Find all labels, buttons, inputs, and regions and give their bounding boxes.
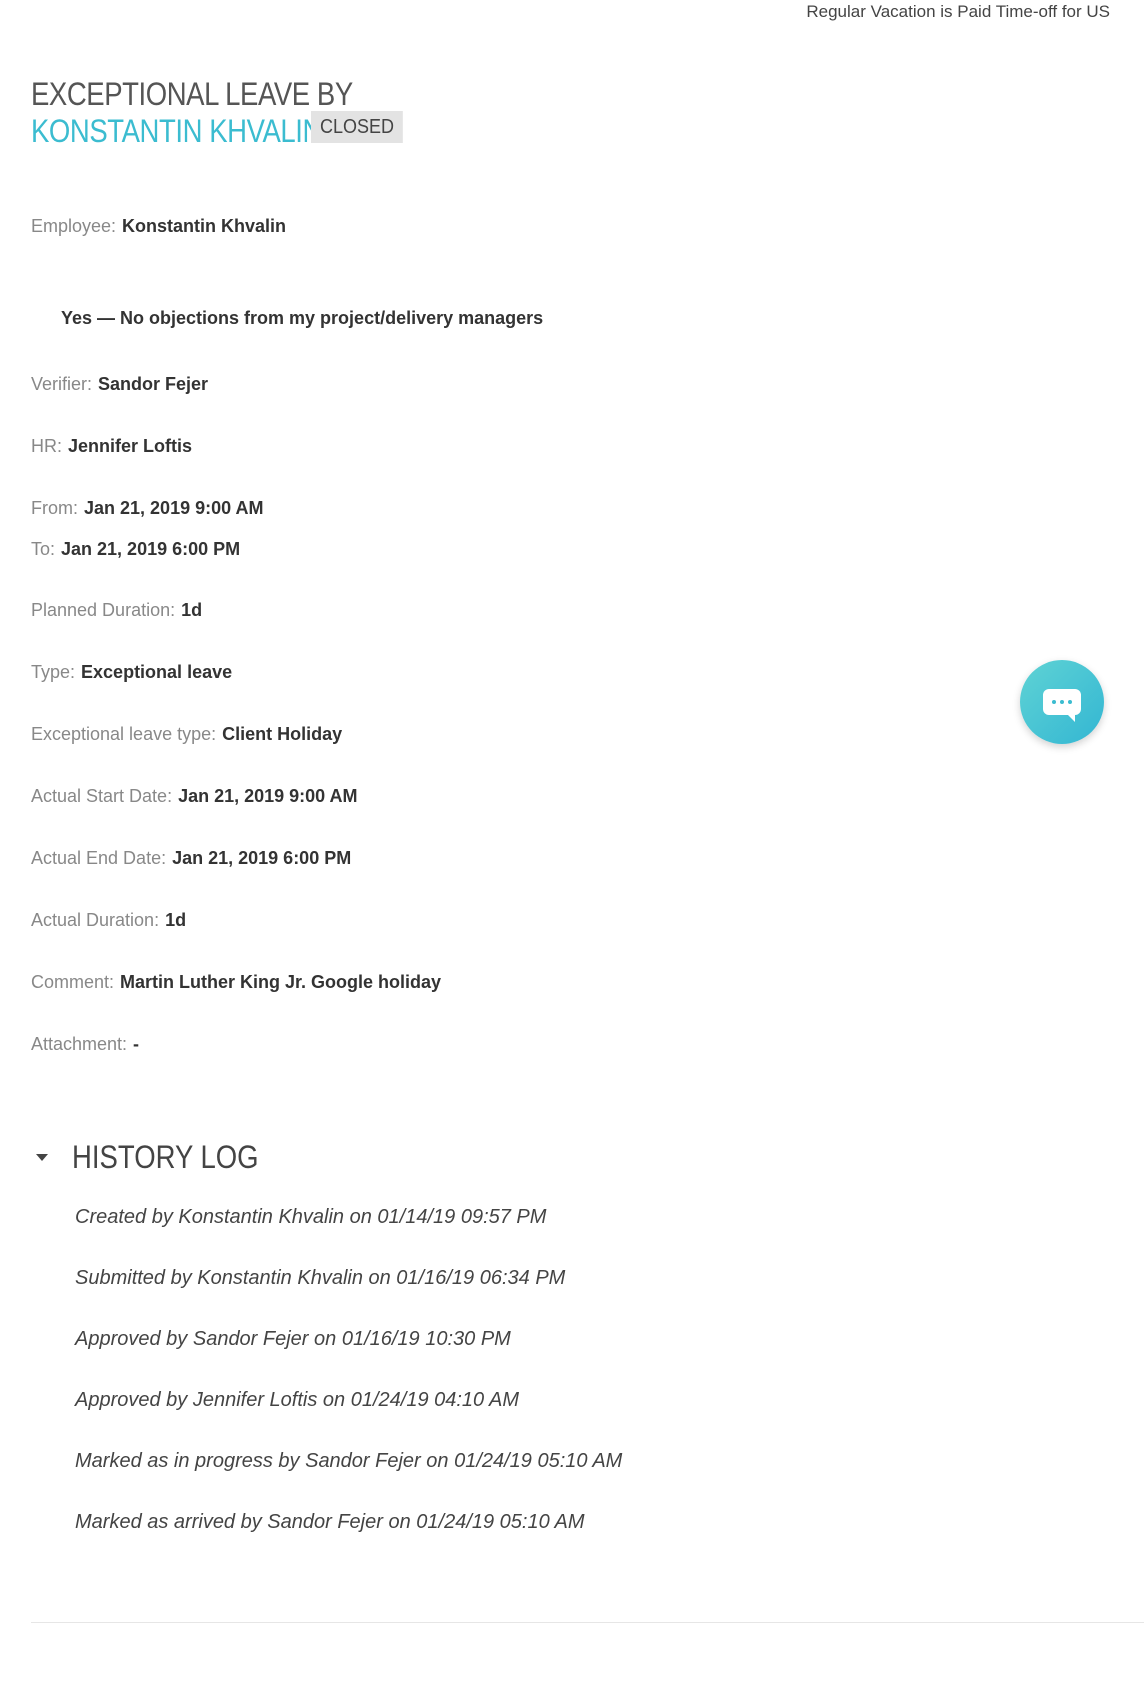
field-label: Actual End Date: <box>31 848 167 868</box>
field-label: Exceptional leave type: <box>31 724 217 744</box>
history-entries: Created by Konstantin Khvalin on 01/14/1… <box>75 1204 622 1570</box>
chat-button[interactable] <box>1020 660 1104 744</box>
field-hr: HR: Jennifer Loftis <box>31 434 192 458</box>
field-value: 1d <box>165 910 187 930</box>
field-attachment: Attachment: - <box>31 1032 139 1056</box>
history-log: HISTORY LOG Created by Konstantin Khvali… <box>31 1138 622 1533</box>
page-header: EXCEPTIONAL LEAVE BY KONSTANTIN KHVALIN … <box>31 76 413 150</box>
field-label: HR: <box>31 436 62 456</box>
field-from: From: Jan 21, 2019 9:00 AM <box>31 496 263 520</box>
field-label: Verifier: <box>31 374 93 394</box>
field-employee: Employee: Konstantin Khvalin <box>31 214 286 238</box>
field-comment: Comment: Martin Luther King Jr. Google ho… <box>31 970 441 994</box>
field-type: Type: Exceptional leave <box>31 660 232 684</box>
history-entry: Approved by Sandor Fejer on 01/16/19 10:… <box>75 1328 511 1350</box>
chat-bubble-icon <box>1043 689 1081 722</box>
field-value: Client Holiday <box>222 724 343 744</box>
field-label: Actual Duration: <box>31 910 160 930</box>
field-value: Jennifer Loftis <box>68 436 193 456</box>
history-entry: Created by Konstantin Khvalin on 01/14/1… <box>75 1206 547 1228</box>
title-name-row: KONSTANTIN KHVALIN CLOSED <box>31 111 413 150</box>
page-title: EXCEPTIONAL LEAVE BY <box>31 76 353 112</box>
history-entry: Submitted by Konstantin Khvalin on 01/16… <box>75 1267 566 1289</box>
field-value: - <box>133 1034 140 1054</box>
field-label: Planned Duration: <box>31 600 176 620</box>
field-value: Konstantin Khvalin <box>122 216 287 236</box>
field-value: Exceptional leave <box>81 662 233 682</box>
top-note: Regular Vacation is Paid Time-off for US <box>806 2 1110 21</box>
field-value: Jan 21, 2019 9:00 AM <box>84 498 264 518</box>
history-log-title: HISTORY LOG <box>72 1139 259 1175</box>
field-exceptional-leave-type: Exceptional leave type: Client Holiday <box>31 722 342 746</box>
caret-down-icon <box>36 1153 48 1161</box>
history-log-toggle[interactable]: HISTORY LOG <box>31 1138 289 1176</box>
field-actual-start-date: Actual Start Date: Jan 21, 2019 9:00 AM <box>31 784 358 808</box>
field-label: To: <box>31 539 56 559</box>
field-label: Type: <box>31 662 76 682</box>
field-to: To: Jan 21, 2019 6:00 PM <box>31 537 240 561</box>
history-entry: Marked as in progress by Sandor Fejer on… <box>75 1450 623 1472</box>
field-value: Martin Luther King Jr. Google holiday <box>120 972 442 992</box>
field-value: Jan 21, 2019 6:00 PM <box>61 539 241 559</box>
chat-dot <box>1052 700 1056 704</box>
chat-dot <box>1060 700 1064 704</box>
field-planned-duration: Planned Duration: 1d <box>31 598 202 622</box>
field-actual-duration: Actual Duration: 1d <box>31 908 186 932</box>
chat-dot <box>1068 700 1072 704</box>
employee-name-title: KONSTANTIN KHVALIN <box>31 113 322 149</box>
field-value: 1d <box>181 600 203 620</box>
field-value: Jan 21, 2019 6:00 PM <box>172 848 352 868</box>
field-value: Sandor Fejer <box>98 374 209 394</box>
field-label: Comment: <box>31 972 115 992</box>
history-entry: Approved by Jennifer Loftis on 01/24/19 … <box>75 1389 519 1411</box>
field-value: Jan 21, 2019 9:00 AM <box>178 786 358 806</box>
history-entry: Marked as arrived by Sandor Fejer on 01/… <box>75 1511 585 1533</box>
field-label: Attachment: <box>31 1034 128 1054</box>
bottom-divider <box>31 1622 1144 1623</box>
field-actual-end-date: Actual End Date: Jan 21, 2019 6:00 PM <box>31 846 351 870</box>
manager-objections-answer: Yes — No objections from my project/deli… <box>61 308 544 328</box>
field-label: Actual Start Date: <box>31 786 173 806</box>
field-label: Employee: <box>31 216 117 236</box>
field-label: From: <box>31 498 78 518</box>
status-badge: CLOSED <box>311 111 404 143</box>
field-verifier: Verifier: Sandor Fejer <box>31 372 208 396</box>
